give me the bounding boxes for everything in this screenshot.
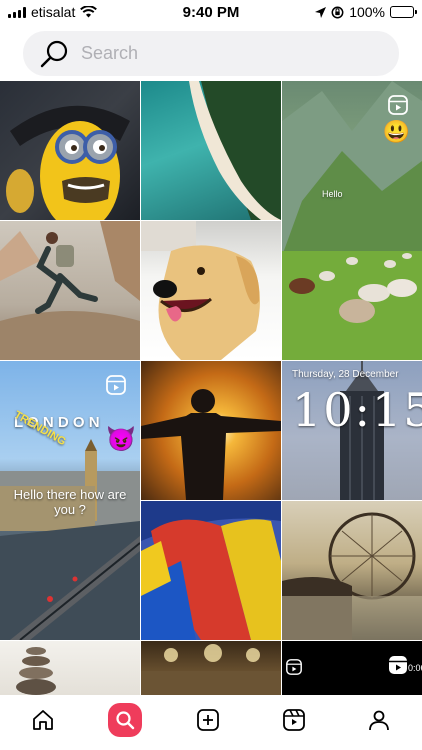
search-icon — [116, 710, 135, 729]
grid-tile-minion-pirate[interactable] — [0, 81, 140, 220]
reel-badge-icon — [106, 375, 126, 395]
nav-home[interactable] — [23, 700, 63, 740]
beach-illustration — [189, 81, 281, 220]
grid-tile-london[interactable]: L O N D O N TRENDING 😈 Hello there how a… — [0, 361, 140, 640]
battery-icon — [390, 6, 417, 18]
grid-tile-dog[interactable] — [141, 221, 281, 360]
grid-tile-sunset-silhouette[interactable] — [141, 361, 281, 500]
reels-icon — [282, 708, 305, 731]
dog-illustration — [141, 221, 260, 360]
search-input[interactable] — [81, 43, 361, 64]
grid-tile-stones[interactable] — [0, 641, 140, 695]
explore-grid: 😃 Hello L O N D O N TRENDING 😈 Hello the… — [0, 81, 422, 695]
grid-tile-dark-reel[interactable]: 0:06 — [282, 641, 422, 695]
emoji-sticker: 😃 — [382, 119, 410, 144]
tile-overlay-text: Hello there how are you ? — [13, 487, 127, 517]
reel-badge-icon — [388, 95, 408, 115]
ballroom-illustration — [141, 644, 281, 695]
nav-create[interactable] — [188, 700, 228, 740]
emoji-sticker: 😈 — [106, 426, 136, 453]
location-arrow-icon — [315, 6, 327, 18]
status-bar: etisalat 9:40 PM 100% — [0, 0, 422, 26]
grid-tile-mountain-sheep[interactable]: 😃 Hello — [282, 81, 422, 360]
grid-tile-dreamcatcher[interactable] — [282, 501, 422, 640]
search-bar[interactable] — [23, 31, 399, 76]
flags-illustration — [141, 501, 281, 640]
grid-tile-flags[interactable] — [141, 501, 281, 640]
home-icon — [32, 709, 53, 730]
plus-square-icon — [197, 708, 219, 731]
search-icon — [40, 40, 68, 67]
grid-tile-hiker[interactable] — [0, 221, 140, 360]
dreamcatcher-illustration — [282, 512, 422, 640]
grid-tile-ballroom[interactable] — [141, 641, 281, 695]
nav-reels[interactable] — [274, 700, 314, 740]
grid-tile-lockscreen-building[interactable]: Thursday, 28 December 10:15 — [282, 361, 422, 500]
battery-percent: 100% — [349, 4, 385, 20]
grid-tile-beach-aerial[interactable] — [141, 81, 281, 220]
orientation-lock-icon — [331, 6, 344, 18]
nav-profile[interactable] — [359, 700, 399, 740]
reel-duration: 0:06 — [408, 663, 422, 673]
lockscreen-date: Thursday, 28 December — [292, 369, 399, 380]
stones-illustration — [16, 647, 56, 695]
bottom-nav — [0, 695, 422, 750]
profile-icon — [369, 710, 390, 730]
nav-search[interactable] — [108, 702, 143, 737]
reel-badge-icon — [389, 656, 407, 674]
minion-illustration — [6, 105, 130, 220]
hiker-illustration — [0, 221, 140, 360]
silhouette-illustration — [141, 389, 281, 500]
lockscreen-clock: 10:15 — [292, 383, 422, 437]
tile-overlay-text: Hello — [322, 189, 343, 199]
reel-badge-icon — [286, 659, 302, 675]
